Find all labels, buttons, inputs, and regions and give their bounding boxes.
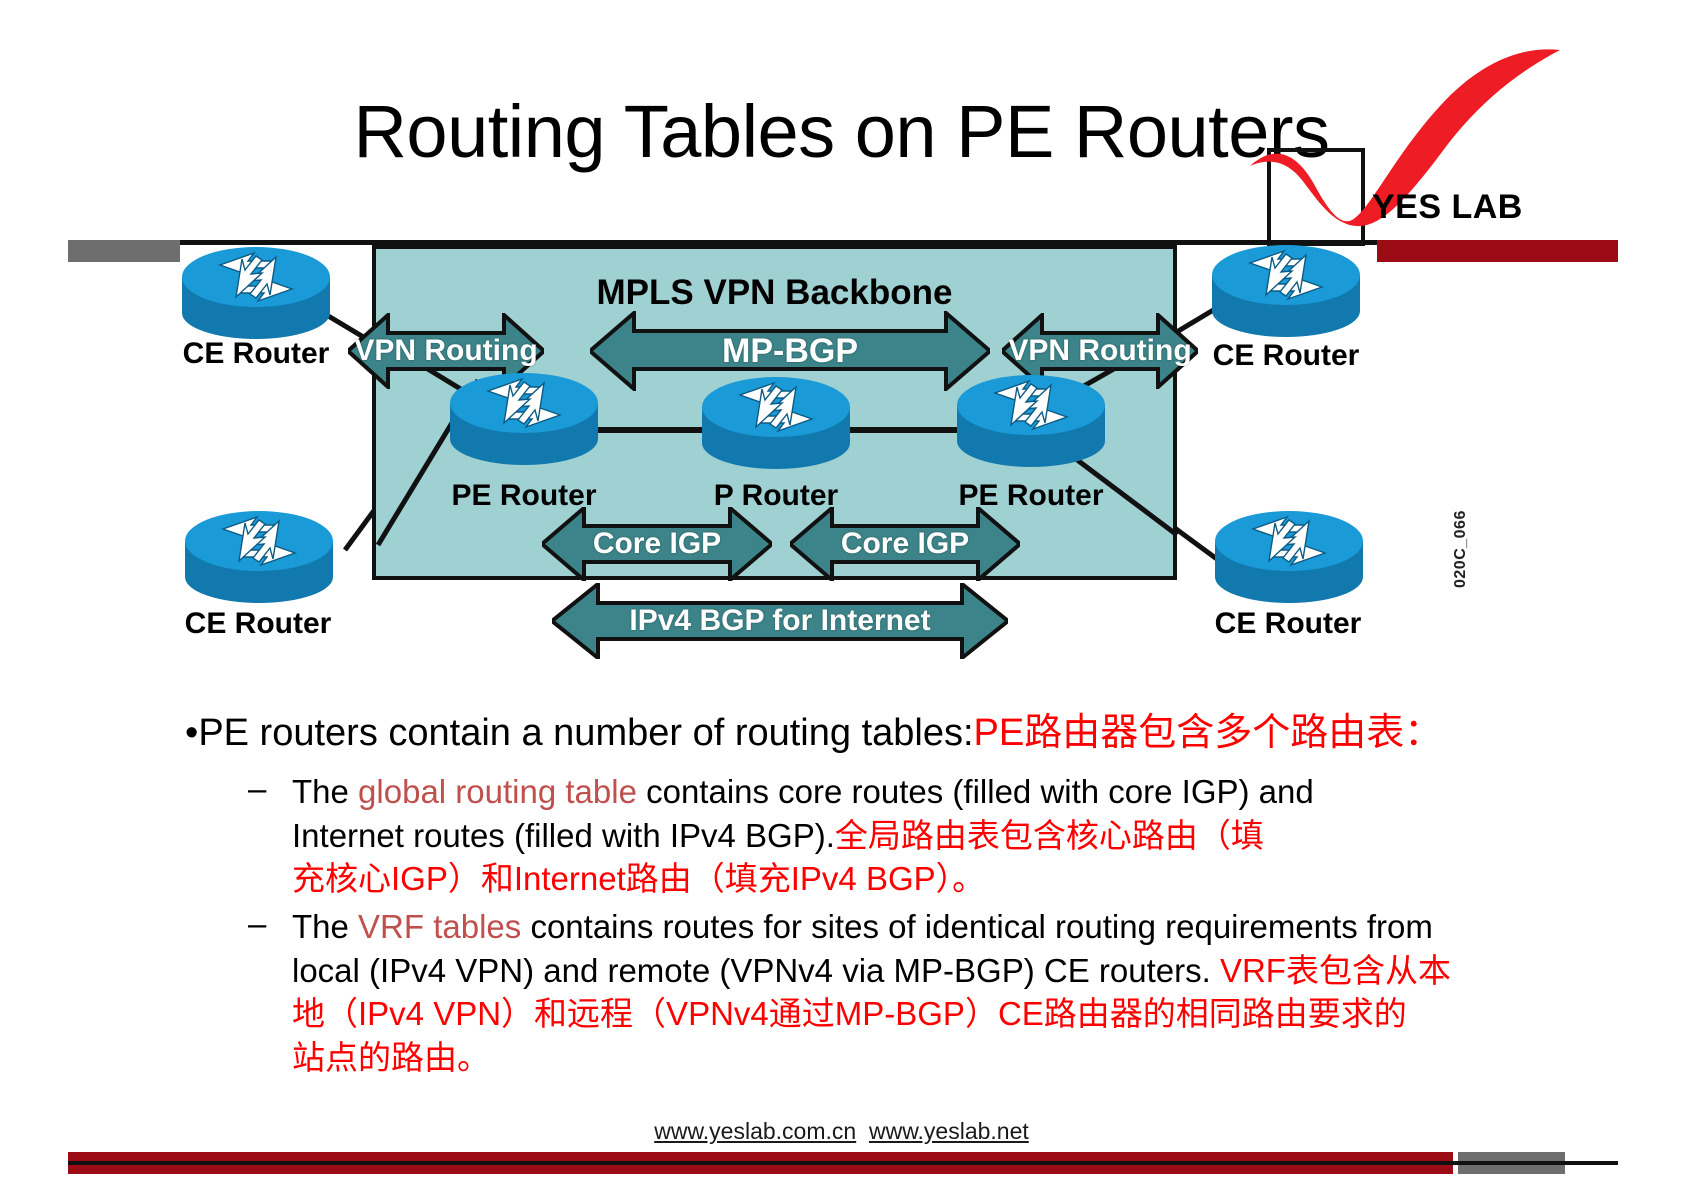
sub1-line1-a: The xyxy=(292,773,359,810)
router-icon-ce-top-right[interactable] xyxy=(1210,239,1362,347)
router-label-ce-top-left: CE Router xyxy=(182,337,330,370)
router-icon-p-center[interactable] xyxy=(700,371,852,479)
footer-rule xyxy=(68,1161,1618,1165)
sub2-term-vrf-tables: VRF tables xyxy=(358,908,522,945)
logo-text: YES LAB xyxy=(1372,188,1523,226)
router-icon-ce-bottom-right[interactable] xyxy=(1213,505,1365,613)
router-icon-ce-top-left[interactable] xyxy=(180,241,332,349)
footer-urls: www.yeslab.com.cn www.yeslab.net xyxy=(0,1118,1683,1145)
sub-bullet-global-routing-table: The global routing table contains core r… xyxy=(292,770,1592,901)
router-icon-pe-left[interactable] xyxy=(448,367,600,475)
sub1-line3-cn: 充核心IGP）和Internet路由（填充IPv4 BGP）。 xyxy=(292,860,986,898)
sub2-line1-b: contains routes for sites of identical r… xyxy=(521,908,1433,945)
sub2-line3-cn: 地（IPv4 VPN）和远程（VPNv4通过MP-BGP）CE路由器的相同路由要… xyxy=(292,995,1407,1033)
sub1-line2-cn: 全局路由表包含核心路由（填 xyxy=(834,816,1264,854)
sub2-line2-a: local (IPv4 VPN) and remote (VPNv4 via M… xyxy=(292,951,1220,989)
sub1-dash-marker: – xyxy=(248,770,267,807)
bullet-marker: • xyxy=(185,712,199,754)
router-label-ce-top-right: CE Router xyxy=(1212,339,1360,372)
sub1-line2-a: Internet routes (filled with IPv4 BGP). xyxy=(292,816,835,854)
sub2-line2-cn: VRF表包含从本 xyxy=(1219,951,1451,989)
router-icon-pe-right[interactable] xyxy=(955,369,1107,477)
sub1-line1-b: contains core routes (filled with core I… xyxy=(636,773,1314,810)
yeslab-logo: YES LAB xyxy=(1250,48,1562,246)
sub1-term-global-routing-table: global routing table xyxy=(358,773,637,810)
footer-url-net[interactable]: www.yeslab.net xyxy=(869,1118,1029,1144)
sub2-line4-cn: 站点的路由。 xyxy=(292,1038,490,1076)
sub2-line1-a: The xyxy=(292,908,359,945)
bullet1-en: PE routers contain a number of routing t… xyxy=(198,712,974,754)
slide-code: 020C_066 xyxy=(1452,510,1469,588)
sub2-dash-marker: – xyxy=(248,905,267,942)
banner-ipv4-bgp-internet: IPv4 BGP for Internet xyxy=(552,583,1008,659)
banner-core-igp-right: Core IGP xyxy=(790,507,1020,581)
router-label-ce-bottom-left: CE Router xyxy=(184,607,332,640)
sub-bullet-vrf-tables: The VRF tables contains routes for sites… xyxy=(292,905,1632,1079)
bullet1-cn: PE路由器包含多个路由表： xyxy=(973,712,1443,754)
bullet-level1: •PE routers contain a number of routing … xyxy=(185,712,1442,756)
network-diagram: MPLS VPN Backbone VPN Routing MP-BGP VPN… xyxy=(0,235,1683,675)
banner-core-igp-left: Core IGP xyxy=(542,507,772,581)
router-icon-ce-bottom-left[interactable] xyxy=(183,505,335,613)
footer-url-comcn[interactable]: www.yeslab.com.cn xyxy=(654,1118,856,1144)
router-label-pe-right: PE Router xyxy=(958,479,1104,512)
router-label-ce-bottom-right: CE Router xyxy=(1214,607,1362,640)
backbone-label: MPLS VPN Backbone xyxy=(596,273,953,312)
